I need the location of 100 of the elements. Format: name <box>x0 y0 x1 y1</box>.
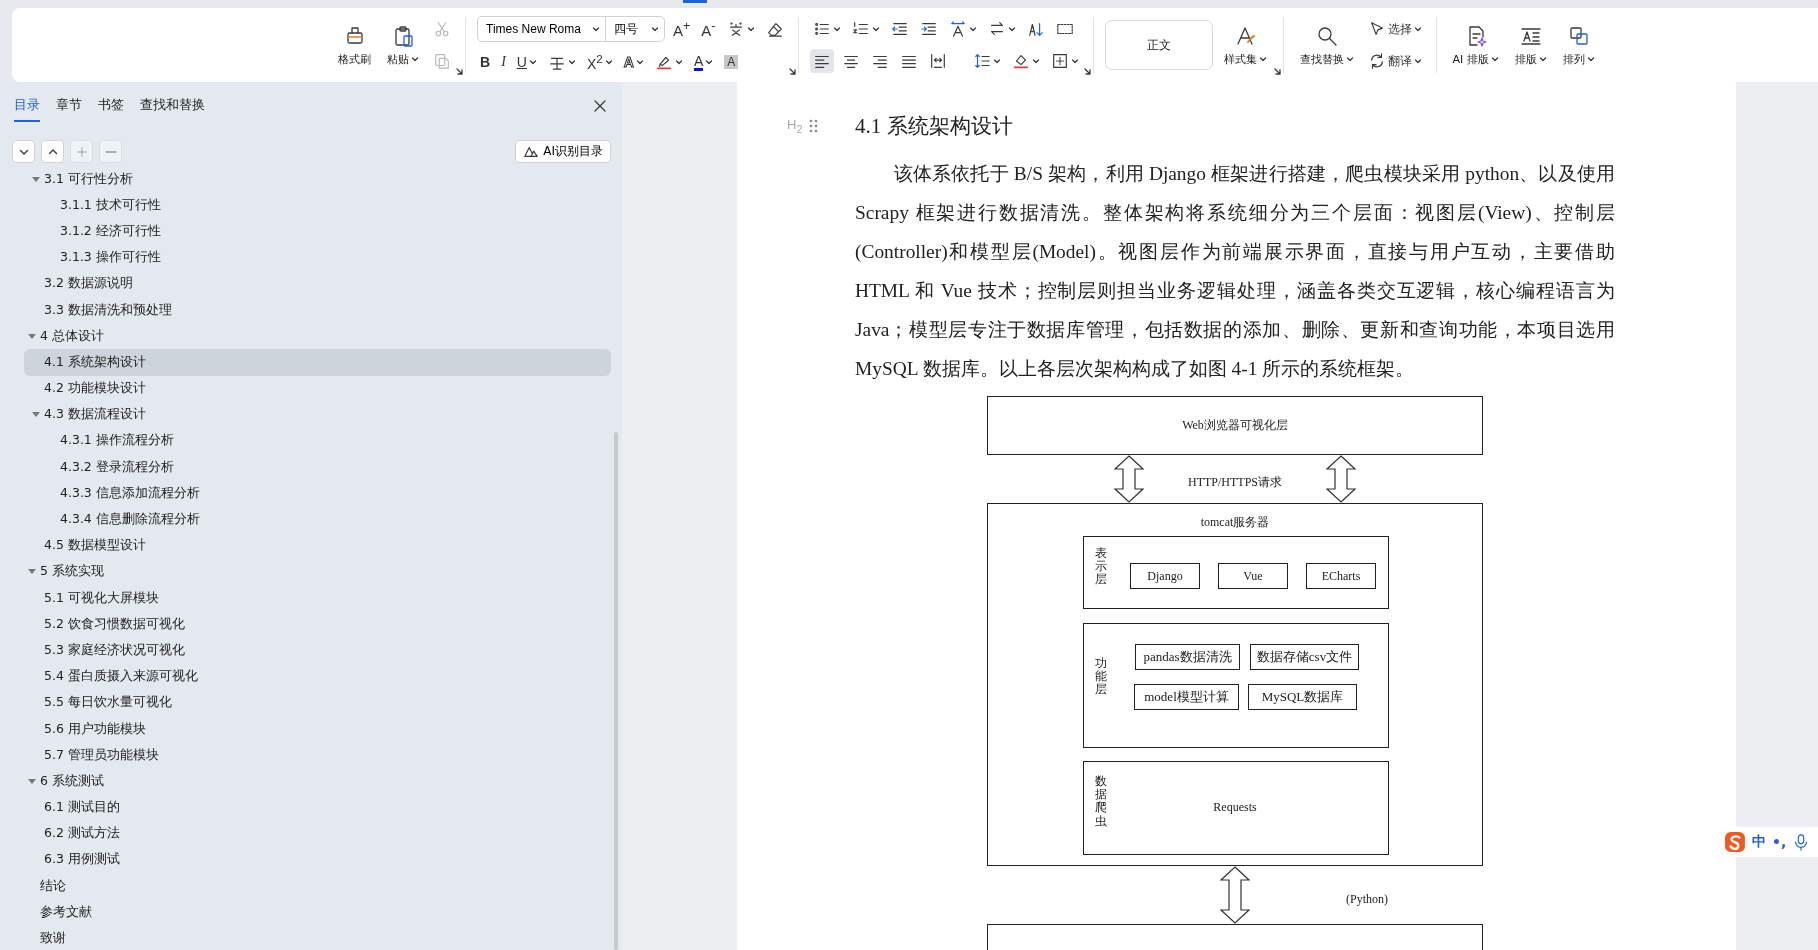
sidebar-tab[interactable]: 查找和替换 <box>140 96 205 122</box>
sidebar-tab[interactable]: 章节 <box>56 96 82 122</box>
layer-label: 数据爬虫 <box>1095 775 1107 828</box>
caret-icon <box>871 26 880 32</box>
expand-corner-icon <box>1083 68 1091 75</box>
toc-item[interactable]: 4.2 功能模块设计 <box>24 375 611 402</box>
toc-item[interactable]: 4.3 数据流程设计 <box>24 401 611 428</box>
sort-icon <box>1026 20 1045 38</box>
toc-item[interactable]: 5.4 蛋白质摄入来源可视化 <box>24 663 611 690</box>
shrink-button[interactable]: A$^{-}$ <box>698 17 719 41</box>
expand-corner-icon <box>456 68 463 75</box>
toc-item[interactable]: 5.5 每日饮水量可视化 <box>24 689 611 716</box>
caret-icon <box>968 26 977 32</box>
diagram-node: MySQL数据库 <box>1248 684 1357 710</box>
sidebar-tab[interactable]: 目录 <box>14 96 40 122</box>
toc-item[interactable]: 4.5 数据模型设计 <box>24 532 611 559</box>
diagram-label: HTTP/HTTPS请求 <box>1188 474 1282 491</box>
translate-button[interactable]: 翻译 <box>1364 49 1425 73</box>
bold-button[interactable]: B <box>477 50 494 74</box>
caret-icon <box>1490 56 1499 62</box>
select-button[interactable]: 选择 <box>1364 17 1425 41</box>
eraser-icon <box>765 20 784 38</box>
toc-item[interactable]: 6.3 用例测试 <box>24 846 611 874</box>
indent-icon <box>919 20 938 38</box>
diagram-node: Vue <box>1218 563 1288 589</box>
diagram-label: Requests <box>1213 800 1257 815</box>
triangle-icon <box>27 776 37 786</box>
line-spacing-icon <box>972 52 991 70</box>
grow-button[interactable]: A$^{+}$ <box>670 17 694 41</box>
toc-item[interactable]: 3.3 数据清洗和预处理 <box>24 296 611 324</box>
caret-icon <box>1413 26 1422 32</box>
expand-corner-icon <box>788 68 796 75</box>
diagram-label: tomcat服务器 <box>1200 514 1270 531</box>
caret-icon <box>651 26 659 32</box>
toc-item[interactable]: 5.3 家庭经济状况可视化 <box>24 637 611 664</box>
toc-item[interactable]: 5 系统实现 <box>24 558 611 585</box>
input-mode[interactable]: 中 <box>1752 833 1766 851</box>
window-indicator <box>683 0 707 3</box>
toc-item[interactable]: 3.1.2 经济可行性 <box>24 218 611 245</box>
ime-logo-icon <box>1724 831 1746 853</box>
toc-item[interactable]: 6.2 测试方法 <box>24 820 611 847</box>
toc-item[interactable]: 4.3.3 信息添加流程分析 <box>24 480 611 507</box>
toc-item[interactable]: 3.1 可行性分析 <box>24 166 611 193</box>
italic-button[interactable]: I <box>498 50 509 74</box>
diagram-node: ECharts <box>1306 563 1376 589</box>
toc-item[interactable]: 3.2 数据源说明 <box>24 270 611 297</box>
font-name-dropdown[interactable]: Times New Roma <box>478 17 606 41</box>
toc-item[interactable]: 5.7 管理员功能模块 <box>24 742 611 769</box>
find-button[interactable]: 查找替换 <box>1294 19 1359 71</box>
outdent-icon <box>890 20 909 38</box>
style-preview[interactable]: 正文 <box>1104 20 1213 70</box>
double-arrow <box>1326 455 1356 503</box>
shading-button[interactable]: A <box>721 50 742 74</box>
caret-icon <box>1413 58 1422 64</box>
toc-item[interactable]: 4.1 系统架构设计 <box>24 349 611 376</box>
caret-icon <box>746 26 755 32</box>
bullet-list-icon <box>812 20 831 38</box>
left-button[interactable] <box>809 49 834 73</box>
caret-icon <box>1586 56 1595 62</box>
font-color-button[interactable]: A <box>690 50 717 74</box>
ai-toc-button[interactable]: AI识别目录 <box>515 140 611 163</box>
punctuation-mode[interactable]: •, <box>1772 834 1787 850</box>
sidebar-tab[interactable]: 书签 <box>98 96 124 122</box>
expand-corner-icon <box>1273 68 1281 75</box>
ai-layout-button[interactable]: AI 排版 <box>1447 19 1504 71</box>
arrange-button[interactable]: 排列 <box>1557 19 1600 71</box>
toc-item[interactable]: 6.1 测试目的 <box>24 794 611 821</box>
expand-button[interactable] <box>12 140 35 163</box>
caret-icon <box>604 59 613 65</box>
scissors-icon <box>433 20 451 38</box>
style-set-button[interactable]: 样式集 <box>1218 19 1272 71</box>
toc-item[interactable]: 3.1.3 操作可行性 <box>24 244 611 271</box>
copy-icon <box>433 52 451 70</box>
underline-button[interactable]: U <box>513 50 540 74</box>
paste-button[interactable]: 粘贴 <box>382 19 424 71</box>
toc-item[interactable]: 结论 <box>24 873 611 900</box>
caret-icon <box>992 58 1001 64</box>
toc-item[interactable]: 3.1.1 技术可行性 <box>24 192 611 219</box>
diagram-node: pandas数据清洗 <box>1135 644 1240 670</box>
font-size-dropdown[interactable]: 四号 <box>606 17 664 41</box>
toc-item[interactable]: 5.2 饮食习惯数据可视化 <box>24 611 611 638</box>
toc-item[interactable]: 参考文献 <box>24 899 611 926</box>
double-arrow <box>1114 455 1144 503</box>
toc-item[interactable]: 5.1 可视化大屏模块 <box>24 585 611 612</box>
toc-item[interactable]: 4.3.1 操作流程分析 <box>24 427 611 455</box>
format-painter-button[interactable]: 格式刷 <box>333 19 376 71</box>
layer-label: 功能层 <box>1095 657 1107 697</box>
toc-item[interactable]: 5.6 用户功能模块 <box>24 715 611 743</box>
superscript-button[interactable]: X$^{2}$ <box>583 50 616 74</box>
layout-button[interactable]: 排版 <box>1509 19 1552 71</box>
collapse-button[interactable] <box>41 140 64 163</box>
toc-item[interactable]: 4.3.2 登录流程分析 <box>24 454 611 481</box>
toc-item[interactable]: 致谢 <box>24 925 611 950</box>
toc-item[interactable]: 4 总体设计 <box>24 323 611 350</box>
triangle-icon <box>31 174 41 184</box>
toc-item[interactable]: 6 系统测试 <box>24 768 611 795</box>
caret-icon <box>705 59 714 65</box>
caret-icon <box>1538 56 1547 62</box>
scrollbar[interactable] <box>614 432 618 950</box>
toc-item[interactable]: 4.3.4 信息删除流程分析 <box>24 506 611 533</box>
